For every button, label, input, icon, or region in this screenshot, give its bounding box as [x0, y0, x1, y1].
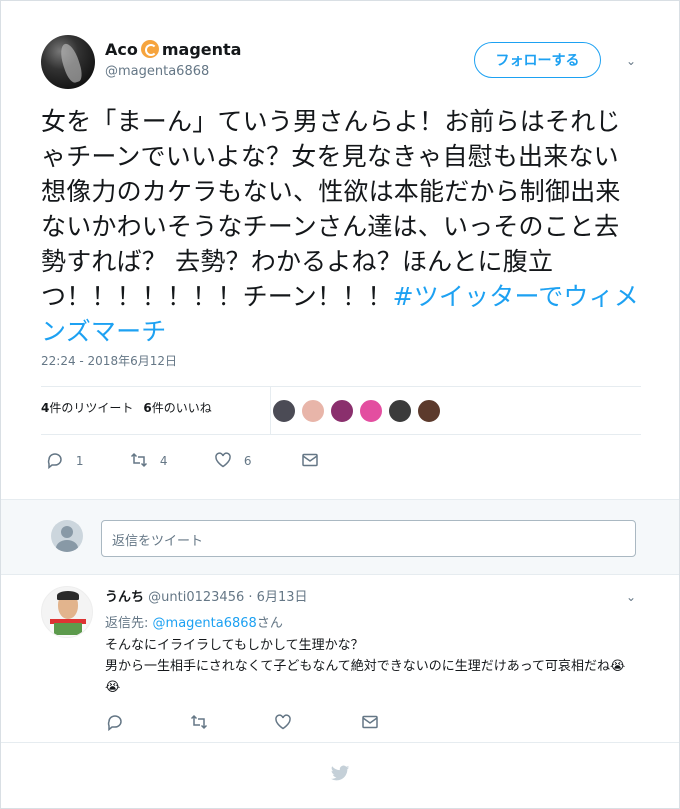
user-handle[interactable]: @magenta6868 — [105, 64, 209, 79]
retweet-button[interactable] — [190, 712, 208, 732]
divider — [41, 434, 641, 435]
reply-icon — [106, 713, 124, 732]
display-name[interactable]: Aco magenta — [105, 40, 241, 60]
divider — [41, 386, 641, 387]
chevron-down-icon[interactable]: ⌄ — [625, 591, 637, 603]
reply-handle[interactable]: @unti0123456 — [148, 590, 244, 605]
likers-avatars — [272, 399, 446, 424]
follow-button[interactable]: フォローする — [474, 42, 601, 78]
reply-header: うんち @unti0123456 · 6月13日 — [105, 590, 308, 605]
reply-input[interactable]: 返信をツイート — [101, 520, 636, 557]
tweet-timestamp[interactable]: 22:24 - 2018年6月12日 — [41, 352, 177, 369]
message-icon — [301, 451, 319, 469]
like-button[interactable] — [274, 712, 292, 732]
liker-avatar[interactable] — [359, 399, 383, 423]
tweet-header: Aco magenta @magenta6868 フォローする ⌄ — [41, 35, 641, 95]
chevron-down-icon[interactable]: ⌄ — [625, 55, 637, 67]
retweet-icon — [130, 451, 148, 469]
my-avatar — [51, 520, 83, 552]
reply-text: そんなにイライラしてもしかして生理かな？ 男から一生相手にされなくて子どもなんて… — [105, 638, 626, 695]
message-icon — [361, 713, 379, 731]
retweet-button[interactable]: 4 — [130, 451, 167, 471]
liker-avatar[interactable] — [388, 399, 412, 423]
tweet-stats: 4件のリツイート 6件のいいね — [41, 399, 212, 416]
stats-separator — [270, 386, 271, 434]
replying-to-link[interactable]: @magenta6868 — [153, 616, 257, 631]
liker-avatar[interactable] — [417, 399, 441, 423]
message-button[interactable] — [301, 451, 319, 471]
reply-tweet[interactable]: うんち @unti0123456 · 6月13日 ⌄ 返信先: @magenta… — [41, 583, 641, 733]
liker-avatar[interactable] — [330, 399, 354, 423]
likes-stat[interactable]: 6件のいいね — [143, 401, 211, 415]
reply-button[interactable] — [106, 712, 124, 732]
reply-avatar[interactable] — [41, 586, 93, 638]
reply-icon — [46, 451, 64, 470]
like-button[interactable]: 6 — [214, 451, 251, 471]
tweet-actions: 1 4 6 — [46, 451, 346, 471]
heart-icon — [274, 713, 292, 731]
reply-compose: 返信をツイート — [1, 499, 679, 575]
reply-button[interactable]: 1 — [46, 451, 83, 471]
replying-to: 返信先: @magenta6868さん — [105, 616, 283, 631]
tweet-card: Aco magenta @magenta6868 フォローする ⌄ 女を「まーん」… — [0, 0, 680, 809]
retweet-icon — [190, 713, 208, 731]
message-button[interactable] — [361, 712, 379, 732]
reply-date[interactable]: 6月13日 — [257, 590, 308, 605]
reply-display-name[interactable]: うんち — [105, 590, 144, 605]
twitter-bird-icon — [329, 762, 351, 784]
liker-avatar[interactable] — [301, 399, 325, 423]
liker-avatar[interactable] — [272, 399, 296, 423]
retweet-stat[interactable]: 4件のリツイート — [41, 401, 133, 415]
reply-actions — [106, 712, 406, 732]
tweet-text: 女を「まーん」ていう男さんらよ！お前らはそれじゃチーンでいいよな？女を見なきゃ自… — [41, 107, 640, 346]
avatar[interactable] — [41, 35, 95, 89]
heart-icon — [214, 451, 232, 469]
profile-badge-icon — [140, 40, 159, 58]
divider — [1, 742, 679, 743]
